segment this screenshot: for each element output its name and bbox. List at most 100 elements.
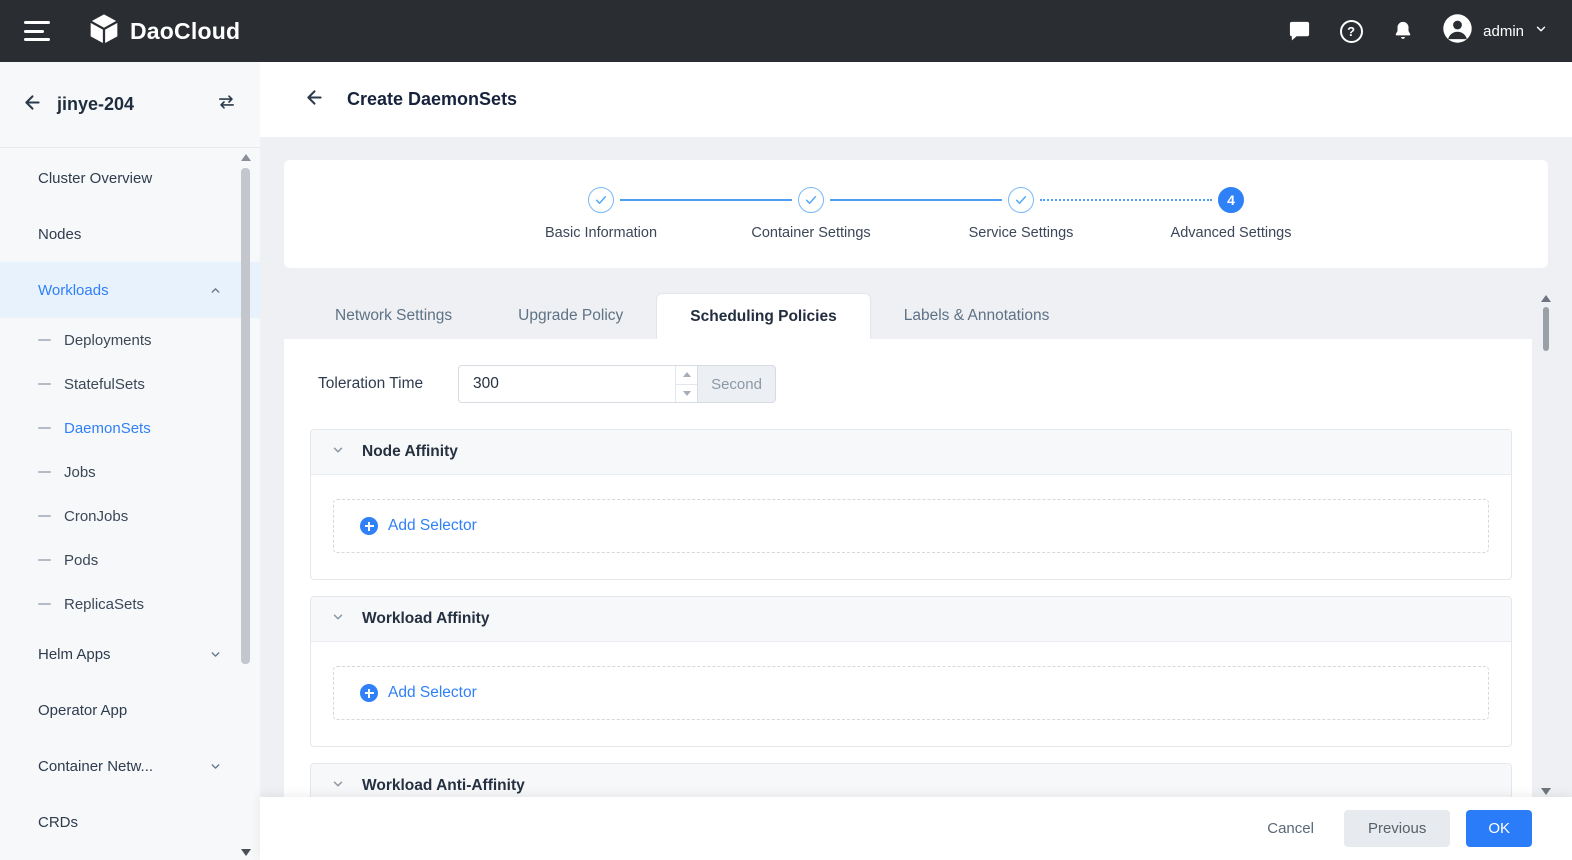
chevron-up-icon bbox=[209, 284, 222, 301]
page-header: Create DaemonSets bbox=[260, 62, 1572, 137]
sidebar-item-label: Operator App bbox=[38, 702, 127, 719]
scrollbar-thumb[interactable] bbox=[1543, 307, 1549, 351]
toleration-time-input-group: Second bbox=[458, 365, 776, 403]
toleration-time-label: Toleration Time bbox=[318, 375, 458, 393]
content-area: Basic Information Container Settings Ser… bbox=[260, 137, 1572, 797]
dash-icon bbox=[38, 471, 51, 473]
scroll-down-icon[interactable] bbox=[241, 849, 251, 856]
sidebar: jinye-204 Cluster Overview Nodes Workloa… bbox=[0, 62, 260, 860]
notifications-bell-icon[interactable] bbox=[1390, 18, 1416, 44]
sidebar-item-label: CRDs bbox=[38, 814, 78, 831]
hamburger-menu-icon[interactable] bbox=[24, 21, 50, 41]
step-number: 4 bbox=[1218, 187, 1244, 213]
workload-anti-affinity-section: Workload Anti-Affinity bbox=[310, 763, 1512, 797]
sidebar-item-jobs[interactable]: Jobs bbox=[0, 450, 260, 494]
scroll-down-icon[interactable] bbox=[1541, 788, 1551, 795]
workload-affinity-section: Workload Affinity Add Selector bbox=[310, 596, 1512, 747]
node-affinity-section: Node Affinity Add Selector bbox=[310, 429, 1512, 580]
sidebar-scrollbar[interactable] bbox=[241, 154, 250, 856]
dash-icon bbox=[38, 603, 51, 605]
sidebar-item-label: ReplicaSets bbox=[64, 596, 144, 613]
workload-affinity-header[interactable]: Workload Affinity bbox=[311, 597, 1511, 642]
toleration-time-row: Toleration Time Second bbox=[284, 339, 1532, 403]
toleration-unit: Second bbox=[698, 365, 776, 403]
user-menu[interactable]: admin bbox=[1442, 13, 1548, 49]
settings-tabs: Network Settings Upgrade Policy Scheduli… bbox=[284, 293, 1532, 339]
chat-icon[interactable] bbox=[1286, 18, 1312, 44]
sidebar-item-statefulsets[interactable]: StatefulSets bbox=[0, 362, 260, 406]
sidebar-item-replicasets[interactable]: ReplicaSets bbox=[0, 582, 260, 626]
tab-label: Network Settings bbox=[335, 307, 452, 325]
cluster-back-icon[interactable] bbox=[22, 92, 43, 118]
scroll-up-icon[interactable] bbox=[1541, 295, 1551, 302]
step-check-icon bbox=[588, 187, 614, 213]
page-back-icon[interactable] bbox=[304, 87, 325, 113]
tab-network-settings[interactable]: Network Settings bbox=[302, 293, 485, 339]
sidebar-item-label: Helm Apps bbox=[38, 646, 111, 663]
main-scrollbar[interactable] bbox=[1541, 295, 1551, 795]
sidebar-header: jinye-204 bbox=[0, 62, 260, 148]
tab-upgrade-policy[interactable]: Upgrade Policy bbox=[485, 293, 656, 339]
step-container-settings: Container Settings bbox=[706, 187, 916, 241]
sidebar-item-label: StatefulSets bbox=[64, 376, 145, 393]
sidebar-item-workloads[interactable]: Workloads bbox=[0, 262, 260, 318]
brand-logo: DaoCloud bbox=[88, 13, 240, 50]
sidebar-item-operator-app[interactable]: Operator App bbox=[0, 682, 260, 738]
sidebar-item-cluster-overview[interactable]: Cluster Overview bbox=[0, 150, 260, 206]
step-service-settings: Service Settings bbox=[916, 187, 1126, 241]
sidebar-item-label: Pods bbox=[64, 552, 98, 569]
previous-button[interactable]: Previous bbox=[1344, 810, 1450, 847]
switch-cluster-icon[interactable] bbox=[215, 92, 238, 117]
topbar: DaoCloud ? bbox=[0, 0, 1572, 62]
add-selector-label: Add Selector bbox=[388, 684, 477, 702]
tab-labels-annotations[interactable]: Labels & Annotations bbox=[871, 293, 1083, 339]
section-title: Workload Anti-Affinity bbox=[362, 777, 525, 795]
toleration-time-input[interactable] bbox=[458, 365, 698, 403]
add-selector-button[interactable]: Add Selector bbox=[333, 666, 1489, 720]
workload-affinity-body: Add Selector bbox=[311, 642, 1511, 746]
dash-icon bbox=[38, 383, 51, 385]
cancel-button[interactable]: Cancel bbox=[1253, 810, 1328, 847]
workload-anti-affinity-header[interactable]: Workload Anti-Affinity bbox=[311, 764, 1511, 797]
node-affinity-header[interactable]: Node Affinity bbox=[311, 430, 1511, 475]
add-selector-label: Add Selector bbox=[388, 517, 477, 535]
step-advanced-settings: 4 Advanced Settings bbox=[1126, 187, 1336, 241]
sidebar-item-container-network[interactable]: Container Netw... bbox=[0, 738, 260, 794]
add-selector-button[interactable]: Add Selector bbox=[333, 499, 1489, 553]
sidebar-item-crds[interactable]: CRDs bbox=[0, 794, 260, 850]
step-check-icon bbox=[798, 187, 824, 213]
avatar bbox=[1442, 13, 1473, 49]
help-icon[interactable]: ? bbox=[1338, 18, 1364, 44]
dash-icon bbox=[38, 427, 51, 429]
brand-name: DaoCloud bbox=[130, 18, 240, 45]
sidebar-item-daemonsets[interactable]: DaemonSets bbox=[0, 406, 260, 450]
step-label: Service Settings bbox=[969, 225, 1074, 241]
scrollbar-thumb[interactable] bbox=[241, 168, 250, 664]
sidebar-item-pods[interactable]: Pods bbox=[0, 538, 260, 582]
collapse-chevron-icon bbox=[331, 777, 345, 796]
username: admin bbox=[1483, 23, 1524, 40]
sidebar-item-label: CronJobs bbox=[64, 508, 128, 525]
tab-label: Labels & Annotations bbox=[904, 307, 1050, 325]
spinner-down-icon[interactable] bbox=[676, 385, 697, 403]
chevron-down-icon bbox=[1534, 22, 1548, 41]
chevron-down-icon bbox=[209, 760, 222, 777]
node-affinity-body: Add Selector bbox=[311, 475, 1511, 579]
tab-scheduling-policies[interactable]: Scheduling Policies bbox=[656, 293, 870, 339]
plus-circle-icon bbox=[360, 517, 378, 535]
collapse-chevron-icon bbox=[331, 610, 345, 629]
sidebar-nav: Cluster Overview Nodes Workloads Deploym… bbox=[0, 148, 260, 850]
number-spinner bbox=[675, 366, 697, 402]
main-area: Create DaemonSets Basic Information bbox=[260, 62, 1572, 860]
page-title: Create DaemonSets bbox=[347, 89, 517, 110]
scroll-up-icon[interactable] bbox=[241, 154, 251, 161]
tab-label: Scheduling Policies bbox=[690, 308, 836, 326]
sidebar-item-deployments[interactable]: Deployments bbox=[0, 318, 260, 362]
spinner-up-icon[interactable] bbox=[676, 366, 697, 385]
sidebar-item-helm-apps[interactable]: Helm Apps bbox=[0, 626, 260, 682]
section-title: Workload Affinity bbox=[362, 610, 489, 628]
sidebar-item-cronjobs[interactable]: CronJobs bbox=[0, 494, 260, 538]
ok-button[interactable]: OK bbox=[1466, 810, 1532, 847]
sidebar-item-nodes[interactable]: Nodes bbox=[0, 206, 260, 262]
stepper-card: Basic Information Container Settings Ser… bbox=[284, 160, 1548, 268]
